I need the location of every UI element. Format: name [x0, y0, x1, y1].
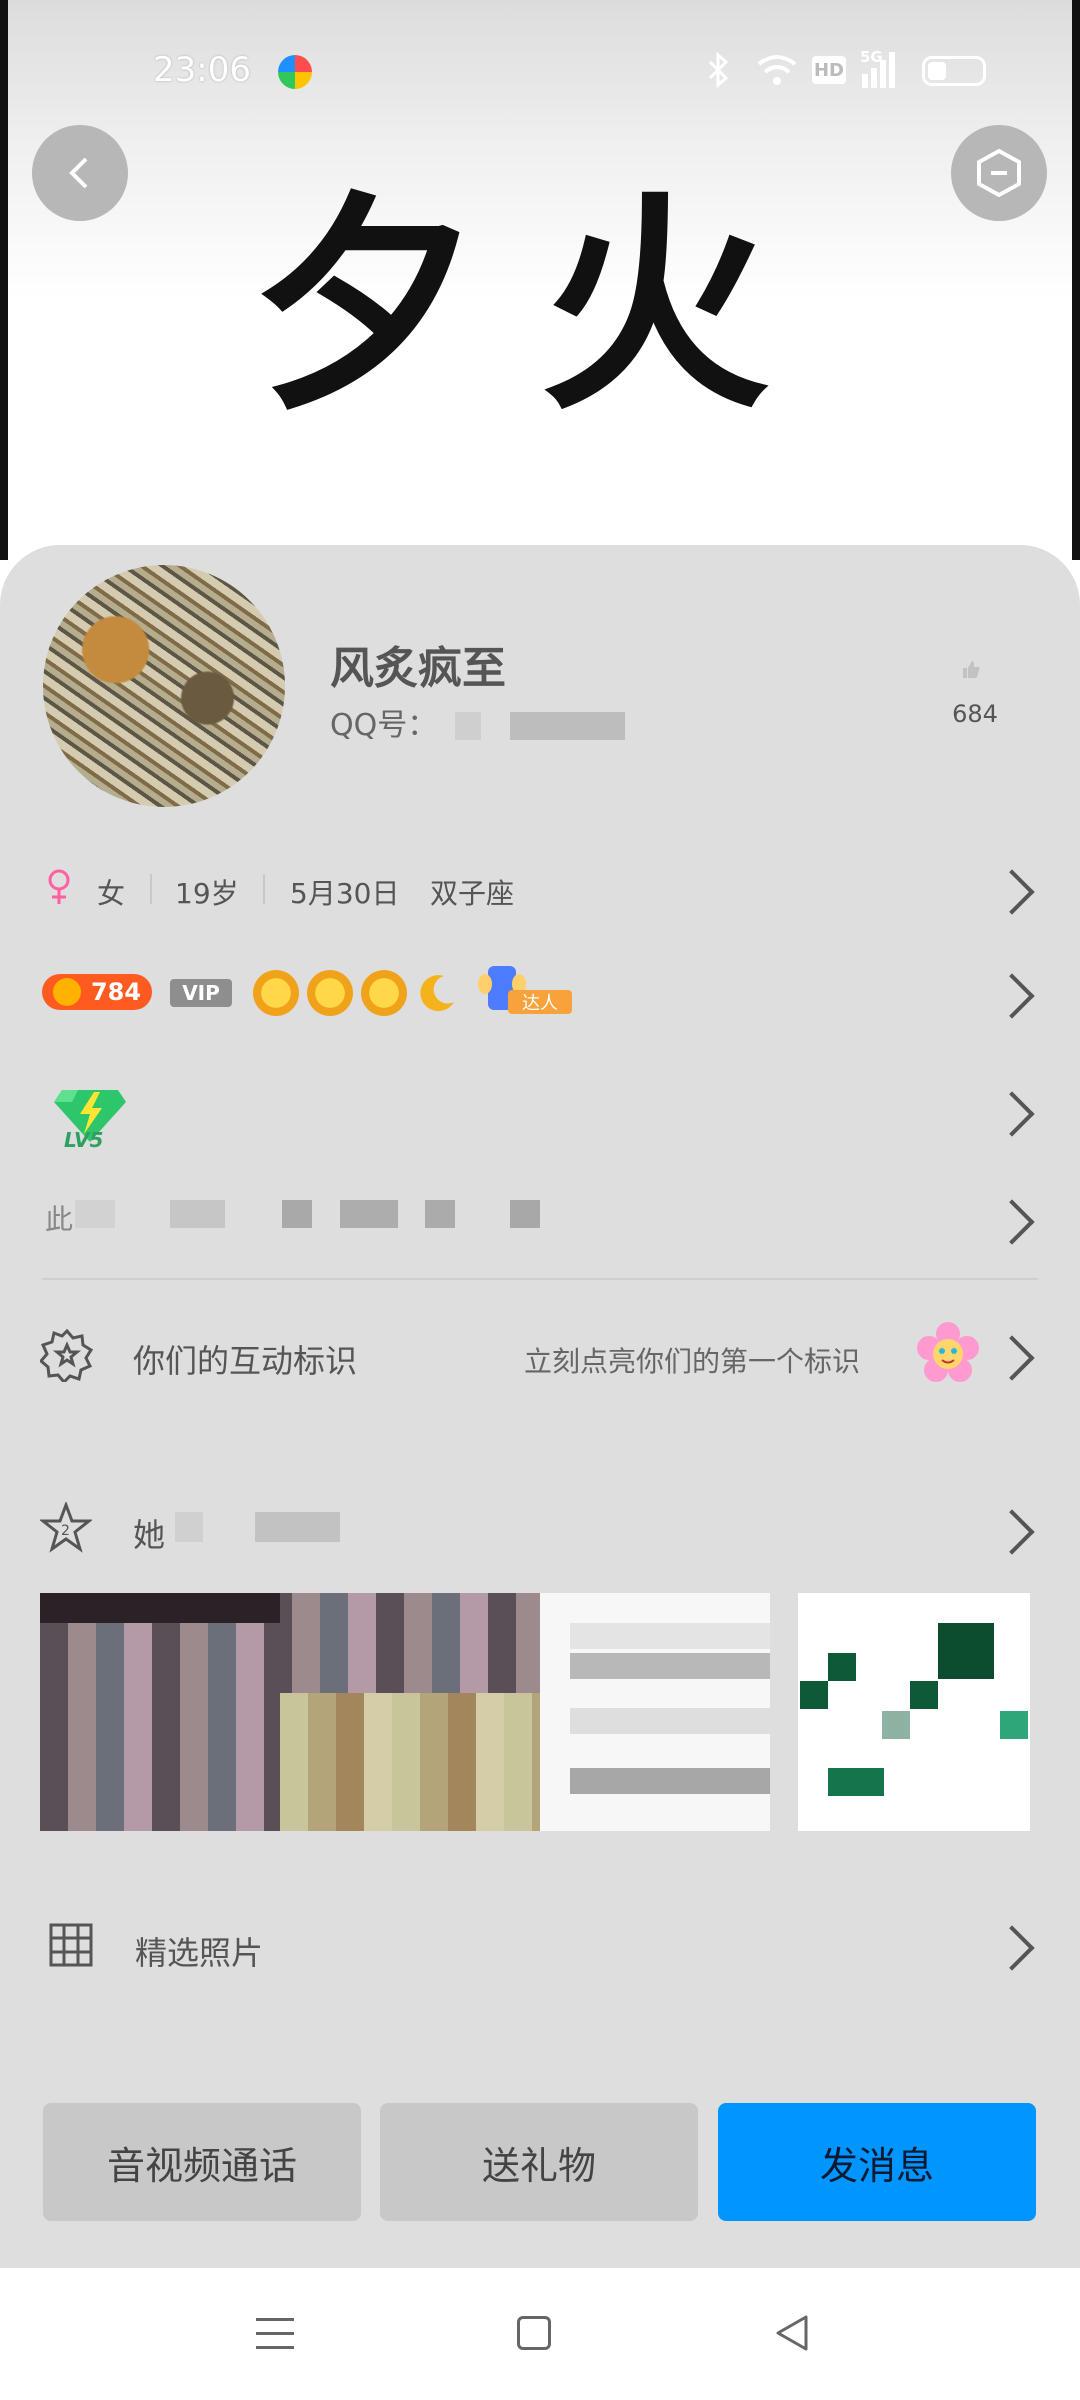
signature-redacted — [510, 1200, 540, 1228]
featured-photos-label: 精选照片 — [135, 1934, 264, 1972]
bluetooth-icon — [700, 51, 736, 89]
photo-pixel — [800, 1681, 828, 1709]
photo-pixel — [570, 1623, 770, 1649]
avatar[interactable] — [43, 565, 285, 807]
star-badge-icon: 2 — [38, 1500, 94, 1554]
signature-redacted — [282, 1200, 312, 1228]
qq-logo-icon — [278, 55, 312, 89]
flower-mascot-icon — [915, 1320, 981, 1386]
her-section-redacted — [255, 1512, 340, 1542]
menu-icon[interactable] — [256, 2318, 294, 2350]
coin-icon — [52, 978, 81, 1006]
back-button[interactable] — [32, 125, 128, 221]
age-text: 19岁 — [175, 877, 239, 910]
photo-pixel — [570, 1708, 770, 1734]
more-settings-button[interactable] — [951, 125, 1047, 221]
cover-calligraphy: 夕火 — [250, 171, 830, 441]
signature-prefix: 此 — [45, 1203, 74, 1236]
photo-thumbnail-detail — [280, 1693, 540, 1831]
moon-icon — [416, 972, 458, 1014]
photo-pixel — [570, 1768, 770, 1794]
vip-badge: VIP — [170, 979, 232, 1007]
like-count: 684 — [952, 700, 998, 728]
signature-redacted — [425, 1200, 455, 1228]
sun-icon — [253, 970, 299, 1016]
thumb-up-icon[interactable] — [960, 658, 982, 680]
back-triangle-icon[interactable] — [772, 2313, 812, 2353]
zodiac-text: 双子座 — [430, 877, 515, 910]
photo-pixel — [570, 1653, 770, 1679]
profile-name: 风炙疯至 — [330, 643, 506, 694]
sun-icon — [361, 970, 407, 1016]
call-button[interactable]: 音视频通话 — [43, 2103, 361, 2221]
wifi-icon — [755, 52, 799, 88]
points-badge: 784 — [42, 974, 152, 1010]
photo-pixel — [882, 1711, 910, 1739]
photo-strip[interactable] — [40, 1593, 1030, 1831]
send-message-button[interactable]: 发消息 — [718, 2103, 1036, 2221]
photo-pixel — [910, 1681, 938, 1709]
divider — [263, 874, 265, 904]
expert-badge: 达人 — [478, 966, 574, 1016]
status-time: 23:06 — [153, 50, 251, 90]
svg-text:2: 2 — [61, 1523, 70, 1539]
system-nav-bar — [0, 2268, 1080, 2400]
signature-redacted — [170, 1200, 225, 1228]
qq-number-redacted — [510, 712, 625, 740]
photo-pixel — [828, 1768, 884, 1796]
section-divider — [42, 1278, 1038, 1280]
send-gift-button[interactable]: 送礼物 — [380, 2103, 698, 2221]
gender-text: 女 — [97, 877, 126, 910]
photo-pixel — [828, 1653, 856, 1681]
hd-icon: HD — [812, 56, 846, 84]
signature-redacted — [75, 1200, 115, 1228]
female-icon — [45, 868, 73, 906]
badge-gear-icon — [38, 1328, 94, 1385]
sun-icon — [307, 970, 353, 1016]
birthday-text: 5月30日 — [290, 877, 400, 910]
grid-icon — [48, 1922, 94, 1968]
divider — [150, 874, 152, 904]
diamond-level-icon: LV5 — [50, 1080, 130, 1152]
her-section-redacted — [175, 1512, 203, 1542]
qq-number-label: QQ号： — [330, 708, 438, 743]
her-section-label: 她 — [133, 1516, 166, 1554]
hexagon-minus-icon — [977, 148, 1021, 198]
signature-redacted — [340, 1200, 398, 1228]
home-icon[interactable] — [517, 2316, 551, 2350]
chevron-left-icon — [69, 157, 88, 189]
interaction-label: 你们的互动标识 — [133, 1342, 358, 1380]
photo-pixel — [938, 1623, 994, 1679]
interaction-hint: 立刻点亮你们的第一个标识 — [524, 1345, 861, 1378]
battery-icon — [922, 56, 986, 86]
qq-number-redacted — [455, 712, 481, 740]
5g-signal-icon: 5G — [860, 48, 900, 88]
photo-shade — [40, 1593, 280, 1623]
photo-pixel — [1000, 1711, 1028, 1739]
